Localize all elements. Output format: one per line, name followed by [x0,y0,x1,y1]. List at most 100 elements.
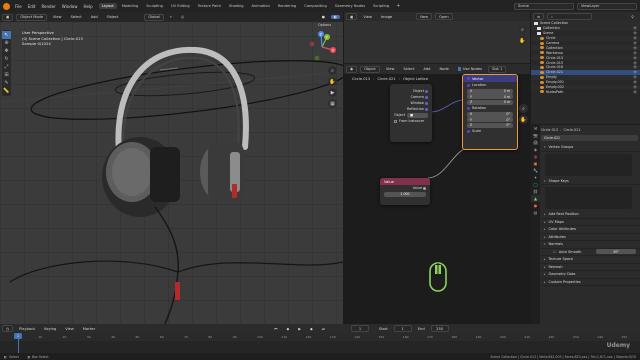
value-number-field[interactable]: 1.000 [384,191,426,197]
open-image-button[interactable]: Open [435,13,453,20]
workspace-tab-sculpting[interactable]: Sculpting [143,3,166,9]
rotation-z-field[interactable]: Z 0° [467,122,513,128]
scale-tool-icon[interactable]: ⤢ [2,63,11,71]
image-editor-type-button[interactable]: ▣ [346,13,358,20]
viewport-menu-object[interactable]: Object [104,15,122,19]
shader-node-editor[interactable]: Object Camera Window Reflection Object ■… [344,74,530,324]
filter-icon[interactable]: ⚲ [628,15,637,19]
from-instancer-checkbox[interactable] [394,119,397,123]
section-expand-icon[interactable]: ▸ [544,227,546,231]
timeline-menu-marker[interactable]: Marker [80,327,98,331]
jump-end-icon[interactable]: ⏭ [319,327,328,331]
timeline-menu-playback[interactable]: Playback [16,327,38,331]
properties-section[interactable]: ▸ UV Maps [541,219,640,226]
visibility-eye-icon[interactable]: 👁 [633,75,637,79]
breadcrumb-material[interactable]: Object Lattice [403,77,428,81]
timeline-type-button[interactable]: ◷ [2,325,14,332]
location-z-field[interactable]: Z0 m [467,99,513,105]
object-tab-icon[interactable]: ▣ [531,160,540,167]
node-menu-add[interactable]: Add [420,67,433,71]
constraints-tab-icon[interactable]: ⛓ [531,188,540,195]
snap-icon[interactable]: ⌖ [167,15,175,19]
props-breadcrumb-object[interactable]: Circle.013 [541,128,558,132]
viewport-menu-view[interactable]: View [50,15,65,19]
rotation-x-field[interactable]: X 0° [467,111,513,117]
pan-hand-icon[interactable]: ✋ [328,77,337,86]
node-menu-select[interactable]: Select [400,67,417,71]
visibility-eye-icon[interactable]: 👁 [633,36,637,40]
transform-tool-icon[interactable]: ⊞ [2,71,11,79]
properties-section[interactable]: ▸ Remesh [541,264,640,271]
properties-section[interactable]: ▾ Shape Keys [541,178,640,185]
outliner-item[interactable]: NurbsPath 👁 [531,89,640,94]
prev-key-icon[interactable]: ◆ [283,327,292,331]
workspace-tab-texture-paint[interactable]: Texture Paint [195,3,224,9]
jump-start-icon[interactable]: ⏮ [271,327,280,331]
move-tool-icon[interactable]: ✥ [2,47,11,55]
play-icon[interactable]: ▶ [295,327,304,331]
section-expand-icon[interactable]: ▸ [544,272,546,276]
timeline-ruler[interactable]: 0102030405060708090100110120130140150160… [0,333,640,341]
shading-rendered-icon[interactable]: ◐ [330,15,340,19]
breadcrumb-mesh[interactable]: Circle.021 [378,77,396,81]
section-expand-icon[interactable]: ▾ [544,179,546,183]
mode-dropdown[interactable]: Object Mode [16,13,48,21]
rotate-tool-icon[interactable]: ↻ [2,55,11,63]
scene-selector[interactable]: Scene [514,2,574,10]
camera-view-icon[interactable]: ▶ [328,88,337,97]
particles-tab-icon[interactable]: ✦ [531,174,540,181]
section-expand-icon[interactable]: ☑ [553,250,556,254]
properties-section[interactable]: ▸ Texture Space [541,256,640,264]
visibility-eye-icon[interactable]: 👁 [633,51,637,55]
visibility-eye-icon[interactable]: 👁 [633,85,637,89]
node-menu-view[interactable]: View [383,67,398,71]
add-workspace-button[interactable]: + [396,3,400,9]
texture-tab-icon[interactable]: ▤ [531,209,540,216]
perspective-toggle-icon[interactable]: ▦ [328,99,337,108]
menu-edit[interactable]: Edit [28,4,36,9]
workspace-tab-uv-editing[interactable]: UV Editing [168,3,193,9]
outliner-search-input[interactable]: ⌕ [547,13,593,20]
workspace-tab-compositing[interactable]: Compositing [301,3,330,9]
start-frame-field[interactable]: 1 [393,325,412,332]
properties-section[interactable]: ▾ Normals [541,241,640,249]
editor-type-button[interactable]: ▣ [2,13,14,21]
properties-section[interactable]: ▸ Geometry Data [541,271,640,279]
image-zoom-icon[interactable]: ⌕ [518,25,527,34]
shader-type-dropdown[interactable]: Object [360,65,380,73]
render-tab-icon[interactable]: 📷 [531,132,540,139]
mesh-name-field[interactable]: Circle.021 [541,135,638,141]
use-nodes-checkbox[interactable]: Use Nodes [455,67,485,71]
value-output-row[interactable]: Value [380,185,430,191]
image-menu-view[interactable]: View [360,15,375,19]
material-tab-icon[interactable]: ● [531,202,540,209]
end-frame-field[interactable]: 250 [430,325,449,332]
shape-keys-list[interactable] [545,187,632,209]
props-breadcrumb-mesh[interactable]: Circle.021 [563,128,580,132]
world-tab-icon[interactable]: ◍ [531,153,540,160]
modifier-tab-icon[interactable]: 🔧 [531,167,540,174]
cursor-tool-icon[interactable]: ⊕ [2,39,11,47]
visibility-eye-icon[interactable]: 👁 [633,46,637,50]
outliner-type-button[interactable]: ≡ [533,13,545,20]
mapping-node[interactable]: Vector Location X0 m Y0 m Z0 m Rotation … [462,74,518,150]
next-key-icon[interactable]: ◆ [307,327,316,331]
timeline-menu-view[interactable]: View [62,327,77,331]
visibility-eye-icon[interactable]: 👁 [633,65,637,69]
mapping-node-header[interactable]: Vector [463,75,517,82]
image-pan-icon[interactable]: ✋ [518,36,527,45]
breadcrumb-object[interactable]: Circle.013 [352,77,370,81]
menu-render[interactable]: Render [41,4,55,9]
measure-tool-icon[interactable]: 📏 [2,87,11,95]
properties-section[interactable]: ☑ Auto Smooth 30° [541,249,640,256]
location-x-field[interactable]: X0 m [467,88,513,94]
properties-section[interactable]: ▸ Color Attributes [541,226,640,234]
options-dropdown[interactable]: Options [315,23,334,27]
auto-smooth-angle-field[interactable]: 30° [596,249,636,255]
node-menu-node[interactable]: Node [436,67,451,71]
menu-help[interactable]: Help [83,4,92,9]
menu-file[interactable]: File [15,4,22,9]
annotate-tool-icon[interactable]: ✎ [2,79,11,87]
viewport-menu-add[interactable]: Add [88,15,101,19]
section-expand-icon[interactable]: ▸ [544,265,546,269]
